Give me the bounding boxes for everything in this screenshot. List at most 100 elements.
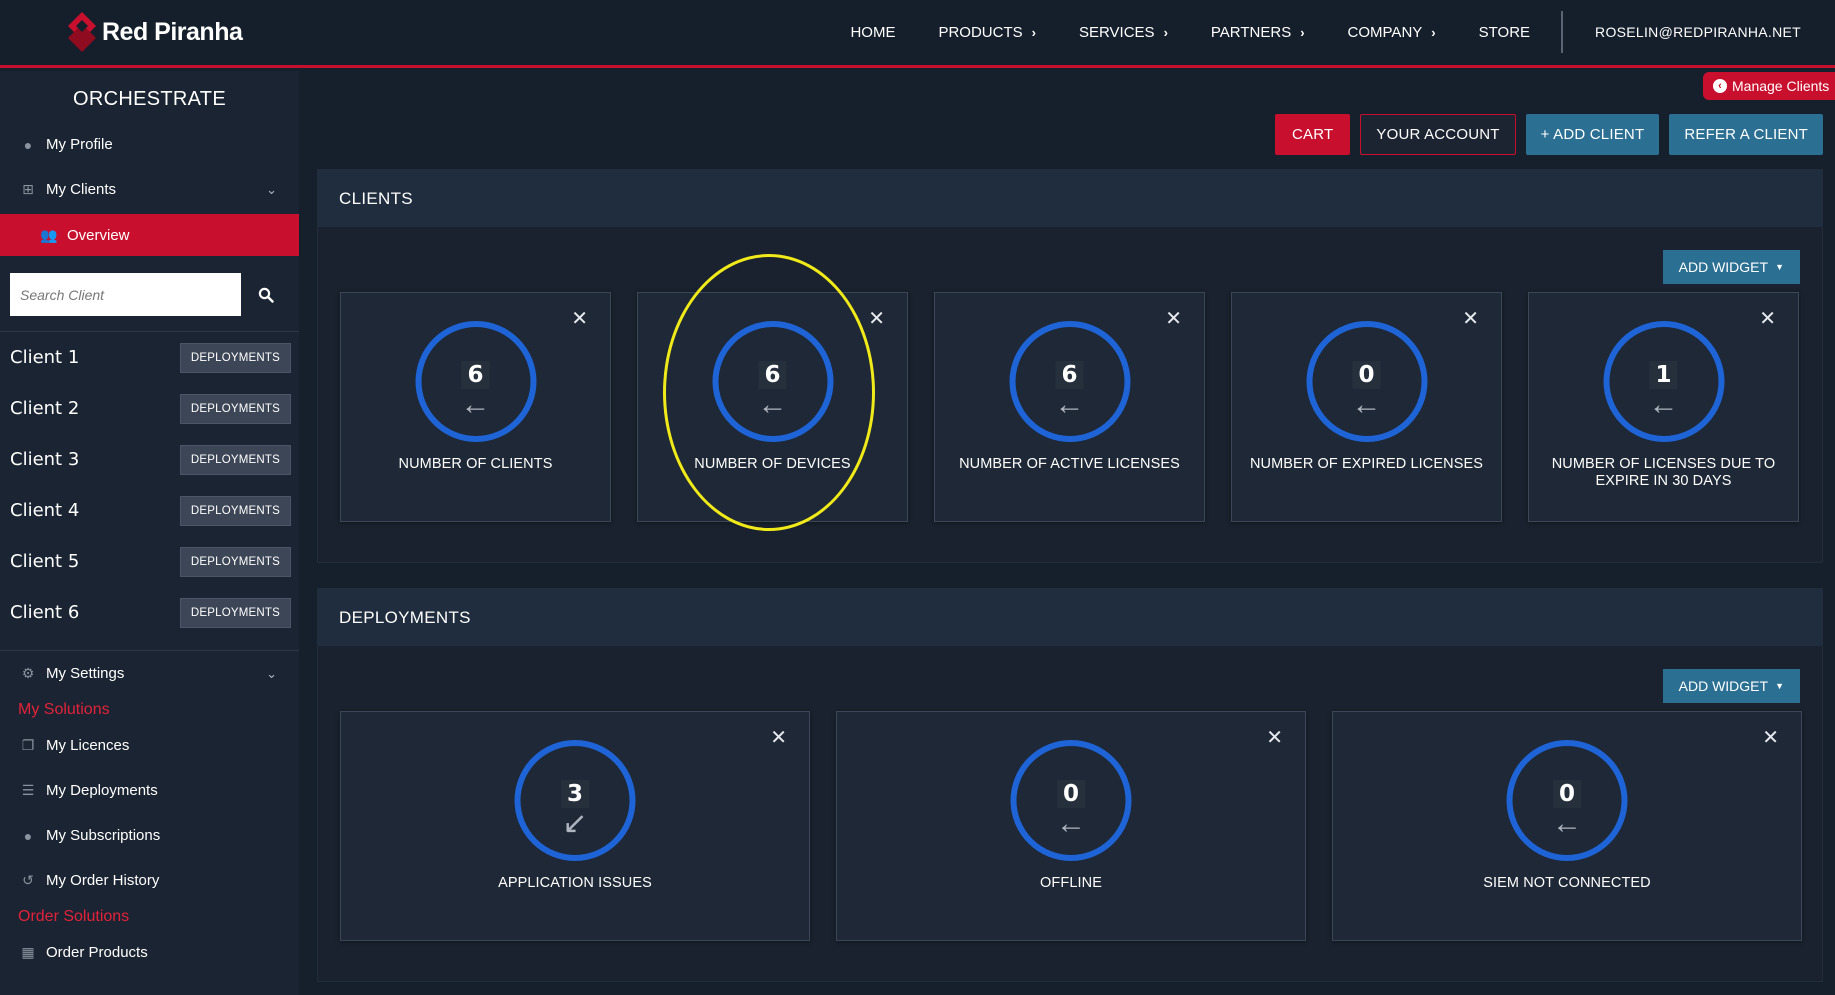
user-email-link[interactable]: ROSELIN@REDPIRANHA.NET [1595, 24, 1801, 40]
stat-ring: 6 ← [712, 321, 833, 442]
nav-products[interactable]: PRODUCTS › [938, 24, 1036, 41]
close-icon[interactable]: ✕ [1462, 306, 1479, 331]
panel-title: CLIENTS [318, 170, 1822, 227]
client-row: Client 1 DEPLOYMENTS [0, 332, 299, 383]
nav-company[interactable]: COMPANY › [1348, 24, 1436, 41]
close-icon[interactable]: ✕ [1762, 725, 1779, 750]
nav-home[interactable]: HOME [850, 24, 895, 41]
arrow-down-left-icon: ↙ [562, 807, 588, 840]
add-widget-button[interactable]: ADD WIDGET ▼ [1662, 669, 1800, 703]
close-icon[interactable]: ✕ [571, 306, 588, 331]
stat-label: NUMBER OF LICENSES DUE TO EXPIRE IN 30 D… [1551, 456, 1776, 489]
nav-home-label: HOME [850, 23, 896, 41]
piranha-logo-icon [68, 12, 96, 52]
sidebar-item-label: Overview [67, 226, 130, 244]
arrow-left-icon: ← [757, 388, 788, 421]
client-row: Client 4 DEPLOYMENTS [0, 485, 299, 536]
add-client-button[interactable]: + ADD CLIENT [1525, 114, 1660, 155]
search-client-input[interactable] [10, 273, 241, 316]
deployments-button[interactable]: DEPLOYMENTS [179, 393, 291, 424]
stat-value: 6 [1055, 361, 1084, 389]
stat-label: NUMBER OF CLIENTS [398, 456, 553, 472]
sidebar-item-my-settings[interactable]: ⚙ My Settings ⌄ [0, 651, 299, 696]
sidebar-item-my-licences[interactable]: ❐ My Licences [0, 723, 299, 768]
client-name[interactable]: Client 4 [0, 500, 79, 521]
users-icon: 👥 [40, 226, 58, 243]
sidebar-item-my-profile[interactable]: ● My Profile [0, 122, 299, 167]
stat-value: 3 [560, 780, 590, 808]
client-row: Client 5 DEPLOYMENTS [0, 536, 299, 587]
search-icon [258, 287, 274, 303]
panel-title: DEPLOYMENTS [318, 589, 1822, 646]
widget-card: ✕ 3 ↙ APPLICATION ISSUES [340, 711, 810, 941]
sidebar-item-my-order-history[interactable]: ↺ My Order History [0, 858, 299, 903]
sidebar-item-my-deployments[interactable]: ☰ My Deployments [0, 768, 299, 813]
stat-ring: 0 ← [1306, 321, 1427, 442]
arrow-left-icon: ← [1552, 807, 1582, 840]
client-name[interactable]: Client 3 [0, 449, 79, 470]
deployments-button[interactable]: DEPLOYMENTS [179, 342, 291, 373]
stat-label: NUMBER OF DEVICES [694, 456, 851, 472]
brand-logo[interactable]: Red Piranha [66, 10, 243, 54]
widget-card: ✕ 6 ← NUMBER OF ACTIVE LICENSES [934, 292, 1205, 522]
sidebar-item-label: Order Products [46, 944, 148, 961]
deployments-widgets: ✕ 3 ↙ APPLICATION ISSUES ✕ 0 ← OFFLINE ✕… [340, 711, 1802, 941]
nav-divider [1561, 11, 1564, 53]
client-search [0, 256, 299, 332]
sidebar-item-label: My Settings [46, 665, 125, 682]
copy-icon: ❐ [21, 737, 35, 753]
client-name[interactable]: Client 2 [0, 398, 79, 419]
search-button[interactable] [255, 284, 277, 306]
sidebar-item-my-subscriptions[interactable]: ● My Subscriptions [0, 813, 299, 858]
nav-partners-label: PARTNERS [1210, 23, 1292, 41]
gear-icon: ⚙ [21, 665, 35, 681]
close-icon[interactable]: ✕ [1759, 306, 1776, 331]
action-buttons: CART YOUR ACCOUNT + ADD CLIENT REFER A C… [1275, 114, 1823, 155]
client-name[interactable]: Client 5 [0, 551, 79, 572]
sidebar-item-order-products[interactable]: ▦ Order Products [0, 930, 299, 975]
add-widget-button[interactable]: ADD WIDGET ▼ [1662, 250, 1800, 284]
stat-ring: 0 ← [1506, 740, 1628, 861]
stat-ring: 6 ← [415, 321, 536, 442]
stat-ring: 1 ← [1603, 321, 1724, 442]
your-account-button[interactable]: YOUR ACCOUNT [1360, 114, 1516, 155]
deployments-button[interactable]: DEPLOYMENTS [179, 495, 291, 526]
deployments-button[interactable]: DEPLOYMENTS [179, 444, 291, 475]
stat-value: 0 [1056, 780, 1086, 808]
cart-button[interactable]: CART [1275, 114, 1351, 155]
refer-client-button[interactable]: REFER A CLIENT [1669, 114, 1823, 155]
info-circle-icon: ● [23, 136, 33, 153]
deployments-button[interactable]: DEPLOYMENTS [179, 597, 291, 628]
sidebar-item-overview[interactable]: 👥 Overview [0, 214, 299, 256]
sidebar: ORCHESTRATE ● My Profile ⊞ My Clients ⌄ … [0, 71, 299, 995]
client-name[interactable]: Client 6 [0, 602, 79, 623]
stat-label: SIEM NOT CONNECTED [1483, 875, 1651, 891]
stat-label: NUMBER OF EXPIRED LICENSES [1249, 456, 1484, 472]
nav-services[interactable]: SERVICES › [1079, 24, 1168, 41]
close-icon[interactable]: ✕ [770, 725, 787, 750]
close-icon[interactable]: ✕ [1165, 306, 1182, 331]
widget-card: ✕ 0 ← SIEM NOT CONNECTED [1332, 711, 1802, 941]
sidebar-title: ORCHESTRATE [73, 88, 226, 110]
widget-card: ✕ 6 ← NUMBER OF CLIENTS [340, 292, 611, 522]
sidebar-item-my-clients[interactable]: ⊞ My Clients ⌄ [0, 167, 299, 212]
stat-value: 0 [1552, 780, 1582, 808]
sitemap-icon: ⊞ [22, 181, 34, 197]
nav-store[interactable]: STORE [1479, 24, 1530, 41]
caret-down-icon: ▼ [1775, 262, 1784, 272]
chevron-right-icon: › [1431, 24, 1436, 40]
deployments-button[interactable]: DEPLOYMENTS [179, 546, 291, 577]
nav-partners[interactable]: PARTNERS › [1211, 24, 1305, 41]
client-name[interactable]: Client 1 [0, 347, 79, 368]
stat-label: OFFLINE [1040, 875, 1102, 891]
stat-ring: 6 ← [1009, 321, 1130, 442]
widget-card: ✕ 1 ← NUMBER OF LICENSES DUE TO EXPIRE I… [1528, 292, 1799, 522]
stat-label: NUMBER OF ACTIVE LICENSES [959, 456, 1180, 472]
close-icon[interactable]: ✕ [1266, 725, 1283, 750]
close-icon[interactable]: ✕ [868, 306, 885, 331]
sidebar-item-label: My Order History [46, 872, 160, 889]
arrow-left-icon: ← [460, 388, 491, 421]
widget-card: ✕ 0 ← OFFLINE [836, 711, 1306, 941]
stat-label: APPLICATION ISSUES [498, 875, 652, 891]
clients-panel: CLIENTS ADD WIDGET ▼ ✕ 6 ← NUMBER OF CLI… [317, 169, 1823, 563]
